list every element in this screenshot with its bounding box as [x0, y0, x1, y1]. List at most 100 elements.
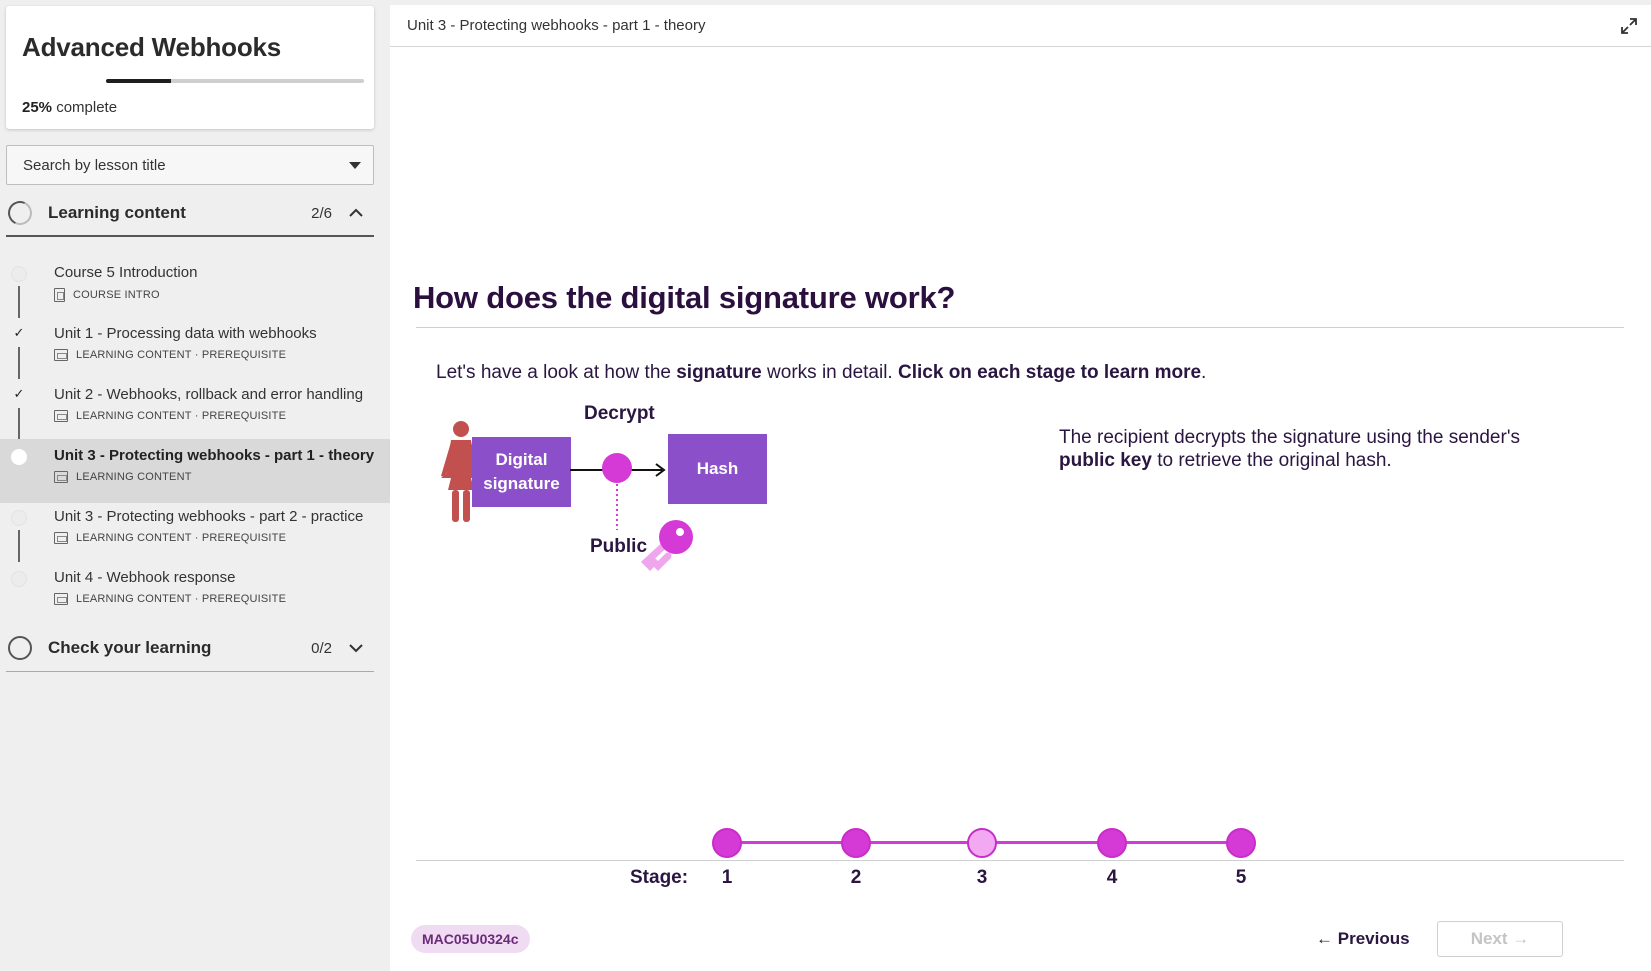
lesson-title: Unit 4 - Webhook response [54, 569, 236, 586]
lesson-meta: LEARNING CONTENT [54, 471, 192, 483]
chevron-up-icon[interactable] [348, 205, 364, 221]
progress-bar [106, 79, 364, 83]
progress-text: 25% complete [22, 99, 117, 116]
lesson-meta-text: LEARNING CONTENT · PREREQUISITE [76, 593, 287, 605]
lesson-meta: LEARNING CONTENT · PREREQUISITE [54, 349, 286, 361]
lesson-meta-text: COURSE INTRO [73, 289, 160, 301]
intro-part: . [1201, 362, 1207, 383]
stage-dot-5[interactable] [1226, 828, 1256, 858]
lesson-meta-text: LEARNING CONTENT · PREREQUISITE [76, 349, 287, 361]
lesson-meta: LEARNING CONTENT · PREREQUISITE [54, 532, 286, 544]
intro-bold: signature [676, 362, 762, 383]
section-check-your-learning[interactable]: Check your learning 0/2 [6, 626, 374, 672]
decrypt-label: Decrypt [584, 403, 655, 424]
intro-part: works in detail. [761, 362, 898, 383]
lesson-meta-text: LEARNING CONTENT · PREREQUISITE [76, 410, 287, 422]
intro-bold: Click on each stage to learn more [898, 362, 1202, 383]
divider [416, 327, 1624, 328]
next-label: Next [1470, 929, 1508, 948]
stage-dot-3[interactable] [967, 828, 997, 858]
lesson-item[interactable]: ✓ Unit 2 - Webhooks, rollback and error … [0, 378, 390, 442]
explanation-bold: public key [1059, 450, 1152, 471]
lesson-item[interactable]: Unit 4 - Webhook response LEARNING CONTE… [0, 561, 390, 625]
progress-ring-icon [8, 636, 32, 660]
course-card: Advanced Webhooks 25% complete [6, 6, 374, 129]
signature-diagram: Decrypt Digital signature Hash Public [420, 403, 810, 600]
lesson-meta: LEARNING CONTENT · PREREQUISITE [54, 410, 286, 422]
public-label: Public [590, 536, 648, 557]
chevron-down-icon[interactable] [348, 640, 364, 656]
checkmark-icon: ✓ [13, 386, 25, 401]
lesson-title: Course 5 Introduction [54, 264, 198, 281]
box-line: Digital [495, 450, 548, 469]
next-button[interactable]: Next → [1437, 921, 1563, 957]
stage-dot-4[interactable] [1097, 828, 1127, 858]
lesson-title: Unit 3 - Protecting webhooks - part 2 - … [54, 508, 364, 525]
arrow-left-icon: ← [1316, 929, 1333, 948]
section-title: Learning content [48, 203, 186, 222]
search-placeholder: Search by lesson title [23, 157, 166, 174]
lesson-meta: COURSE INTRO [54, 288, 160, 302]
hash-box: Hash [668, 434, 767, 504]
section-learning-content[interactable]: Learning content 2/6 [4, 191, 374, 237]
lesson-item[interactable]: ✓ Unit 1 - Processing data with webhooks… [0, 317, 390, 381]
section-title: Check your learning [48, 638, 212, 657]
video-icon [54, 349, 68, 361]
fullscreen-icon[interactable] [1619, 16, 1639, 36]
progress-suffix: complete [56, 99, 118, 116]
stage-number: 2 [850, 867, 862, 888]
lesson-item[interactable]: Course 5 Introduction COURSE INTRO [0, 256, 390, 320]
key-icon [640, 520, 693, 571]
stage-explanation: The recipient decrypts the signature usi… [1059, 426, 1579, 472]
status-dot-icon [11, 266, 27, 282]
lesson-content: Unit 3 - Protecting webhooks - part 1 - … [390, 5, 1651, 971]
digital-signature-box: Digital signature [472, 437, 571, 507]
video-icon [54, 471, 68, 483]
previous-label: Previous [1337, 929, 1410, 948]
stage-number: 3 [976, 867, 988, 888]
status-dot-icon [11, 449, 27, 465]
progress-ring-icon [4, 197, 36, 229]
box-line: signature [483, 474, 560, 493]
lesson-title: Unit 2 - Webhooks, rollback and error ha… [54, 386, 364, 403]
explanation-part: to retrieve the original hash. [1151, 450, 1392, 471]
progress-fill [106, 79, 171, 83]
status-dot-icon [11, 510, 27, 526]
explanation-part: The recipient decrypts the signature usi… [1059, 427, 1520, 448]
video-icon [54, 593, 68, 605]
arrow-right-icon: → [1512, 929, 1530, 948]
lesson-code-badge: MAC05U0324c [411, 925, 530, 953]
lesson-search-select[interactable]: Search by lesson title [6, 145, 374, 185]
stage-label: Stage: [630, 867, 689, 888]
section-count: 2/6 [311, 205, 332, 222]
lesson-meta-text: LEARNING CONTENT · PREREQUISITE [76, 532, 287, 544]
lesson-breadcrumb: Unit 3 - Protecting webhooks - part 1 - … [407, 17, 706, 34]
checkmark-icon: ✓ [13, 325, 25, 340]
stage-number: 4 [1106, 867, 1118, 888]
video-icon [54, 410, 68, 422]
lesson-meta-text: LEARNING CONTENT [76, 471, 192, 483]
page-title: How does the digital signature work? [413, 280, 956, 315]
lesson-topbar: Unit 3 - Protecting webhooks - part 1 - … [390, 5, 1651, 47]
intro-text: Let's have a look at how the signature w… [436, 362, 1206, 384]
lesson-item[interactable]: Unit 3 - Protecting webhooks - part 2 - … [0, 500, 390, 564]
sidebar: Advanced Webhooks 25% complete Search by… [0, 0, 390, 971]
lesson-title: Unit 1 - Processing data with webhooks [54, 325, 317, 342]
caret-down-icon [349, 162, 361, 169]
lesson-meta: LEARNING CONTENT · PREREQUISITE [54, 593, 286, 605]
status-dot-icon [11, 571, 27, 587]
stage-number: 5 [1235, 867, 1247, 888]
lesson-item-active[interactable]: Unit 3 - Protecting webhooks - part 1 - … [0, 439, 390, 503]
stage-dot-1[interactable] [712, 828, 742, 858]
stage-number: 1 [721, 867, 733, 888]
intro-part: Let's have a look at how the [436, 362, 677, 383]
progress-value: 25% [22, 99, 53, 116]
previous-button[interactable]: ← Previous [1310, 923, 1416, 955]
stage-dot-2[interactable] [841, 828, 871, 858]
lesson-title: Unit 3 - Protecting webhooks - part 1 - … [54, 447, 375, 464]
course-title: Advanced Webhooks [22, 32, 282, 62]
section-count: 0/2 [311, 640, 332, 657]
footer-divider [416, 860, 1624, 861]
video-icon [54, 532, 68, 544]
document-icon [54, 288, 65, 302]
